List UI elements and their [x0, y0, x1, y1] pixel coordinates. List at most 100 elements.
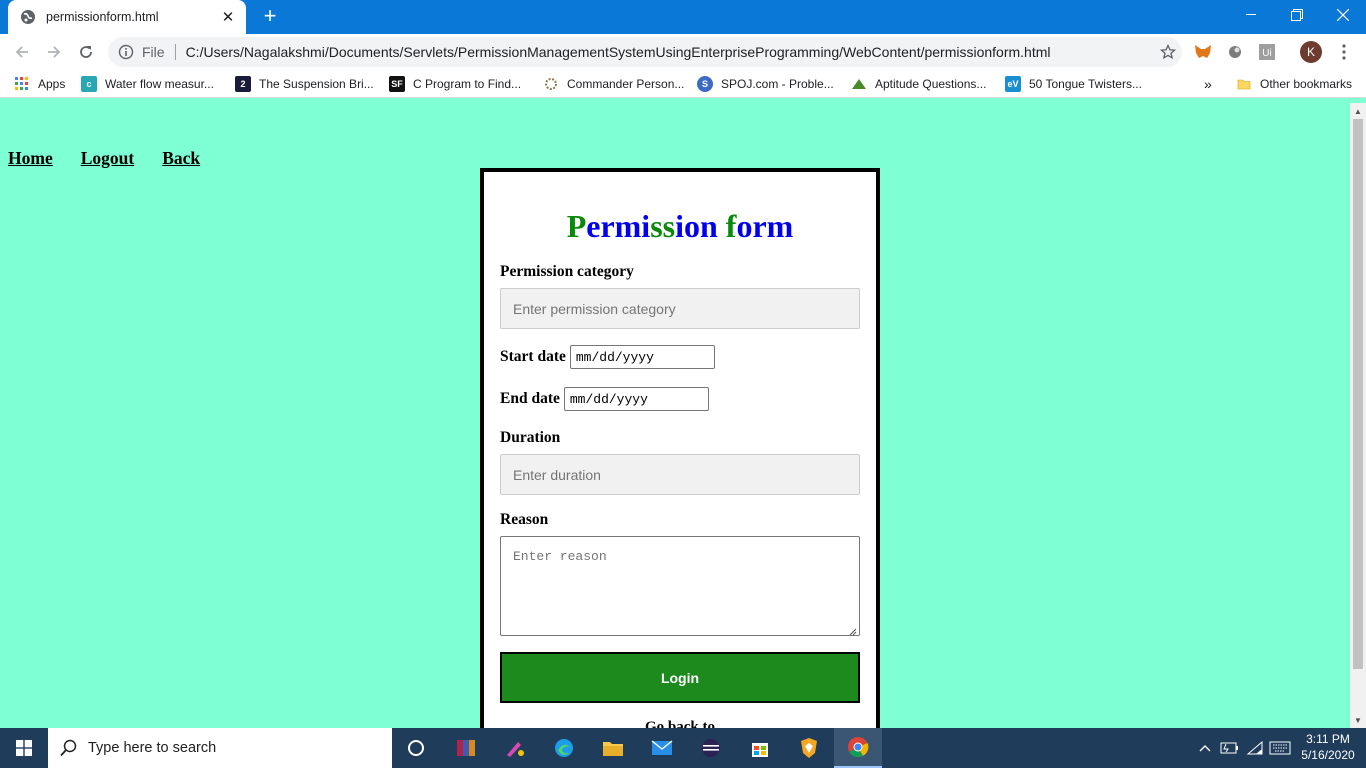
form-title-part: P: [566, 208, 587, 244]
mail-icon[interactable]: [638, 728, 686, 768]
chrome-icon[interactable]: [834, 728, 882, 768]
form-title-part: orm: [736, 208, 794, 244]
bookmark-c-program[interactable]: SF C Program to Find...: [389, 75, 521, 93]
scroll-up-arrow-icon[interactable]: ▲: [1350, 103, 1366, 119]
tab-title: permissionform.html: [46, 10, 159, 24]
eclipse-ide-icon[interactable]: [687, 728, 735, 768]
bookmark-favicon: 2: [235, 76, 251, 92]
form-title-part: f: [717, 208, 737, 244]
taskbar-clock[interactable]: 3:11 PM 5/16/2020: [1296, 731, 1360, 763]
edge-browser-icon[interactable]: [540, 728, 588, 768]
minimize-icon[interactable]: [1228, 0, 1274, 30]
bookmark-label: SPOJ.com - Proble...: [721, 77, 834, 91]
bookmark-star-icon[interactable]: [1154, 44, 1182, 60]
login-button[interactable]: Login: [500, 652, 860, 703]
bookmark-apps[interactable]: Apps: [14, 75, 65, 93]
keyboard-icon[interactable]: [1268, 728, 1292, 768]
scroll-down-arrow-icon[interactable]: ▼: [1350, 712, 1366, 728]
windows-start-icon[interactable]: [0, 728, 48, 768]
microsoft-store-icon[interactable]: [736, 728, 784, 768]
close-tab-icon[interactable]: ✕: [220, 9, 236, 26]
bookmark-favicon: eV: [1005, 76, 1021, 92]
permission-form: Permission form Permission category Ente…: [480, 168, 880, 728]
profile-avatar[interactable]: K: [1300, 41, 1322, 63]
windows-taskbar: Type here to search 3:11 PM 5/16/2020: [0, 728, 1366, 768]
search-icon: [60, 739, 77, 757]
end-date-input[interactable]: mm/dd/yyyy: [563, 387, 709, 411]
other-bookmarks[interactable]: Other bookmarks: [1236, 75, 1352, 93]
bookmark-favicon: c: [81, 76, 97, 92]
duration-label: Duration: [500, 429, 561, 446]
globe-icon: [20, 9, 36, 25]
page-scrollbar[interactable]: ▲ ▼: [1350, 103, 1366, 728]
taskbar-search-box[interactable]: Type here to search: [48, 728, 392, 768]
bookmark-commander[interactable]: Commander Person...: [543, 75, 684, 93]
end-date-row: End date mm/dd/yyyy: [500, 387, 860, 411]
top-nav: Home Logout Back: [8, 148, 200, 169]
bookmark-favicon: S: [697, 76, 713, 92]
extension-circle-icon[interactable]: [1225, 42, 1245, 62]
brave-browser-icon[interactable]: [785, 728, 833, 768]
close-window-icon[interactable]: [1320, 0, 1366, 30]
reload-icon[interactable]: [72, 38, 100, 66]
url-scheme-label: File: [142, 44, 176, 60]
bookmark-suspension-bridge[interactable]: 2 The Suspension Bri...: [235, 75, 374, 93]
start-date-label: Start date: [500, 348, 566, 365]
clock-date: 5/16/2020: [1301, 748, 1355, 762]
restore-icon[interactable]: [1274, 0, 1320, 30]
file-explorer-icon[interactable]: [589, 728, 637, 768]
category-label: Permission category: [500, 263, 634, 280]
apps-grid-icon: [14, 76, 30, 92]
duration-input[interactable]: Enter duration: [500, 454, 860, 495]
bookmark-label: Apps: [38, 77, 66, 91]
bookmark-spoj[interactable]: S SPOJ.com - Proble...: [697, 75, 834, 93]
permission-category-input[interactable]: Enter permission category: [500, 288, 860, 329]
cortana-icon[interactable]: [392, 728, 440, 768]
home-link[interactable]: Home: [8, 148, 53, 169]
reason-label: Reason: [500, 511, 549, 528]
bookmark-water-flow[interactable]: c Water flow measur...: [81, 75, 214, 93]
form-title-part: ss: [650, 208, 676, 244]
bookmark-label: 50 Tongue Twisters...: [1029, 77, 1142, 91]
svg-text:Ui: Ui: [1262, 48, 1271, 59]
wifi-icon[interactable]: [1244, 728, 1266, 768]
start-date-row: Start date mm/dd/yyyy: [500, 345, 860, 369]
bookmark-favicon: [851, 76, 867, 92]
winrar-icon[interactable]: [442, 728, 490, 768]
browser-tab[interactable]: permissionform.html ✕: [8, 0, 246, 34]
logout-link[interactable]: Logout: [81, 148, 134, 169]
start-date-input[interactable]: mm/dd/yyyy: [569, 345, 715, 369]
taskbar-search-placeholder: Type here to search: [88, 740, 217, 756]
reason-placeholder: Enter reason: [513, 549, 607, 564]
bookmarks-bar: Apps c Water flow measur... 2 The Suspen…: [0, 70, 1366, 98]
bookmark-label: Commander Person...: [567, 77, 685, 91]
paint-icon[interactable]: [491, 728, 539, 768]
info-icon[interactable]: [118, 44, 134, 60]
browser-title-bar: permissionform.html ✕ +: [0, 0, 1366, 34]
go-back-text: Go back to: [644, 719, 715, 728]
bookmark-aptitude[interactable]: Aptitude Questions...: [851, 75, 986, 93]
clock-time: 3:11 PM: [1306, 732, 1350, 746]
bookmark-favicon: [543, 76, 559, 92]
address-bar[interactable]: File C:/Users/Nagalakshmi/Documents/Serv…: [108, 37, 1182, 67]
back-link[interactable]: Back: [162, 148, 200, 169]
bookmark-tongue-twisters[interactable]: eV 50 Tongue Twisters...: [1005, 75, 1142, 93]
form-title-part: ion: [675, 208, 718, 244]
forward-arrow-icon[interactable]: [40, 38, 68, 66]
resize-grip-icon[interactable]: [849, 625, 857, 636]
uipath-extension-icon[interactable]: Ui: [1257, 42, 1277, 62]
back-arrow-icon[interactable]: [8, 38, 36, 66]
form-title: Permission form: [500, 208, 860, 245]
menu-kebab-icon[interactable]: [1334, 42, 1354, 62]
url-text[interactable]: C:/Users/Nagalakshmi/Documents/Servlets/…: [186, 44, 1154, 60]
other-bookmarks-label: Other bookmarks: [1260, 77, 1353, 91]
bookmarks-overflow-chevron[interactable]: »: [1204, 75, 1212, 93]
battery-icon[interactable]: [1219, 728, 1241, 768]
new-tab-button[interactable]: +: [258, 5, 282, 28]
bookmark-label: C Program to Find...: [413, 77, 522, 91]
metamask-extension-icon[interactable]: [1193, 42, 1213, 62]
reason-textarea[interactable]: Enter reason: [500, 536, 860, 636]
tray-chevron-up-icon[interactable]: [1196, 728, 1214, 768]
page-viewport: Home Logout Back Permission form Permiss…: [0, 103, 1350, 728]
scroll-thumb[interactable]: [1353, 119, 1363, 669]
